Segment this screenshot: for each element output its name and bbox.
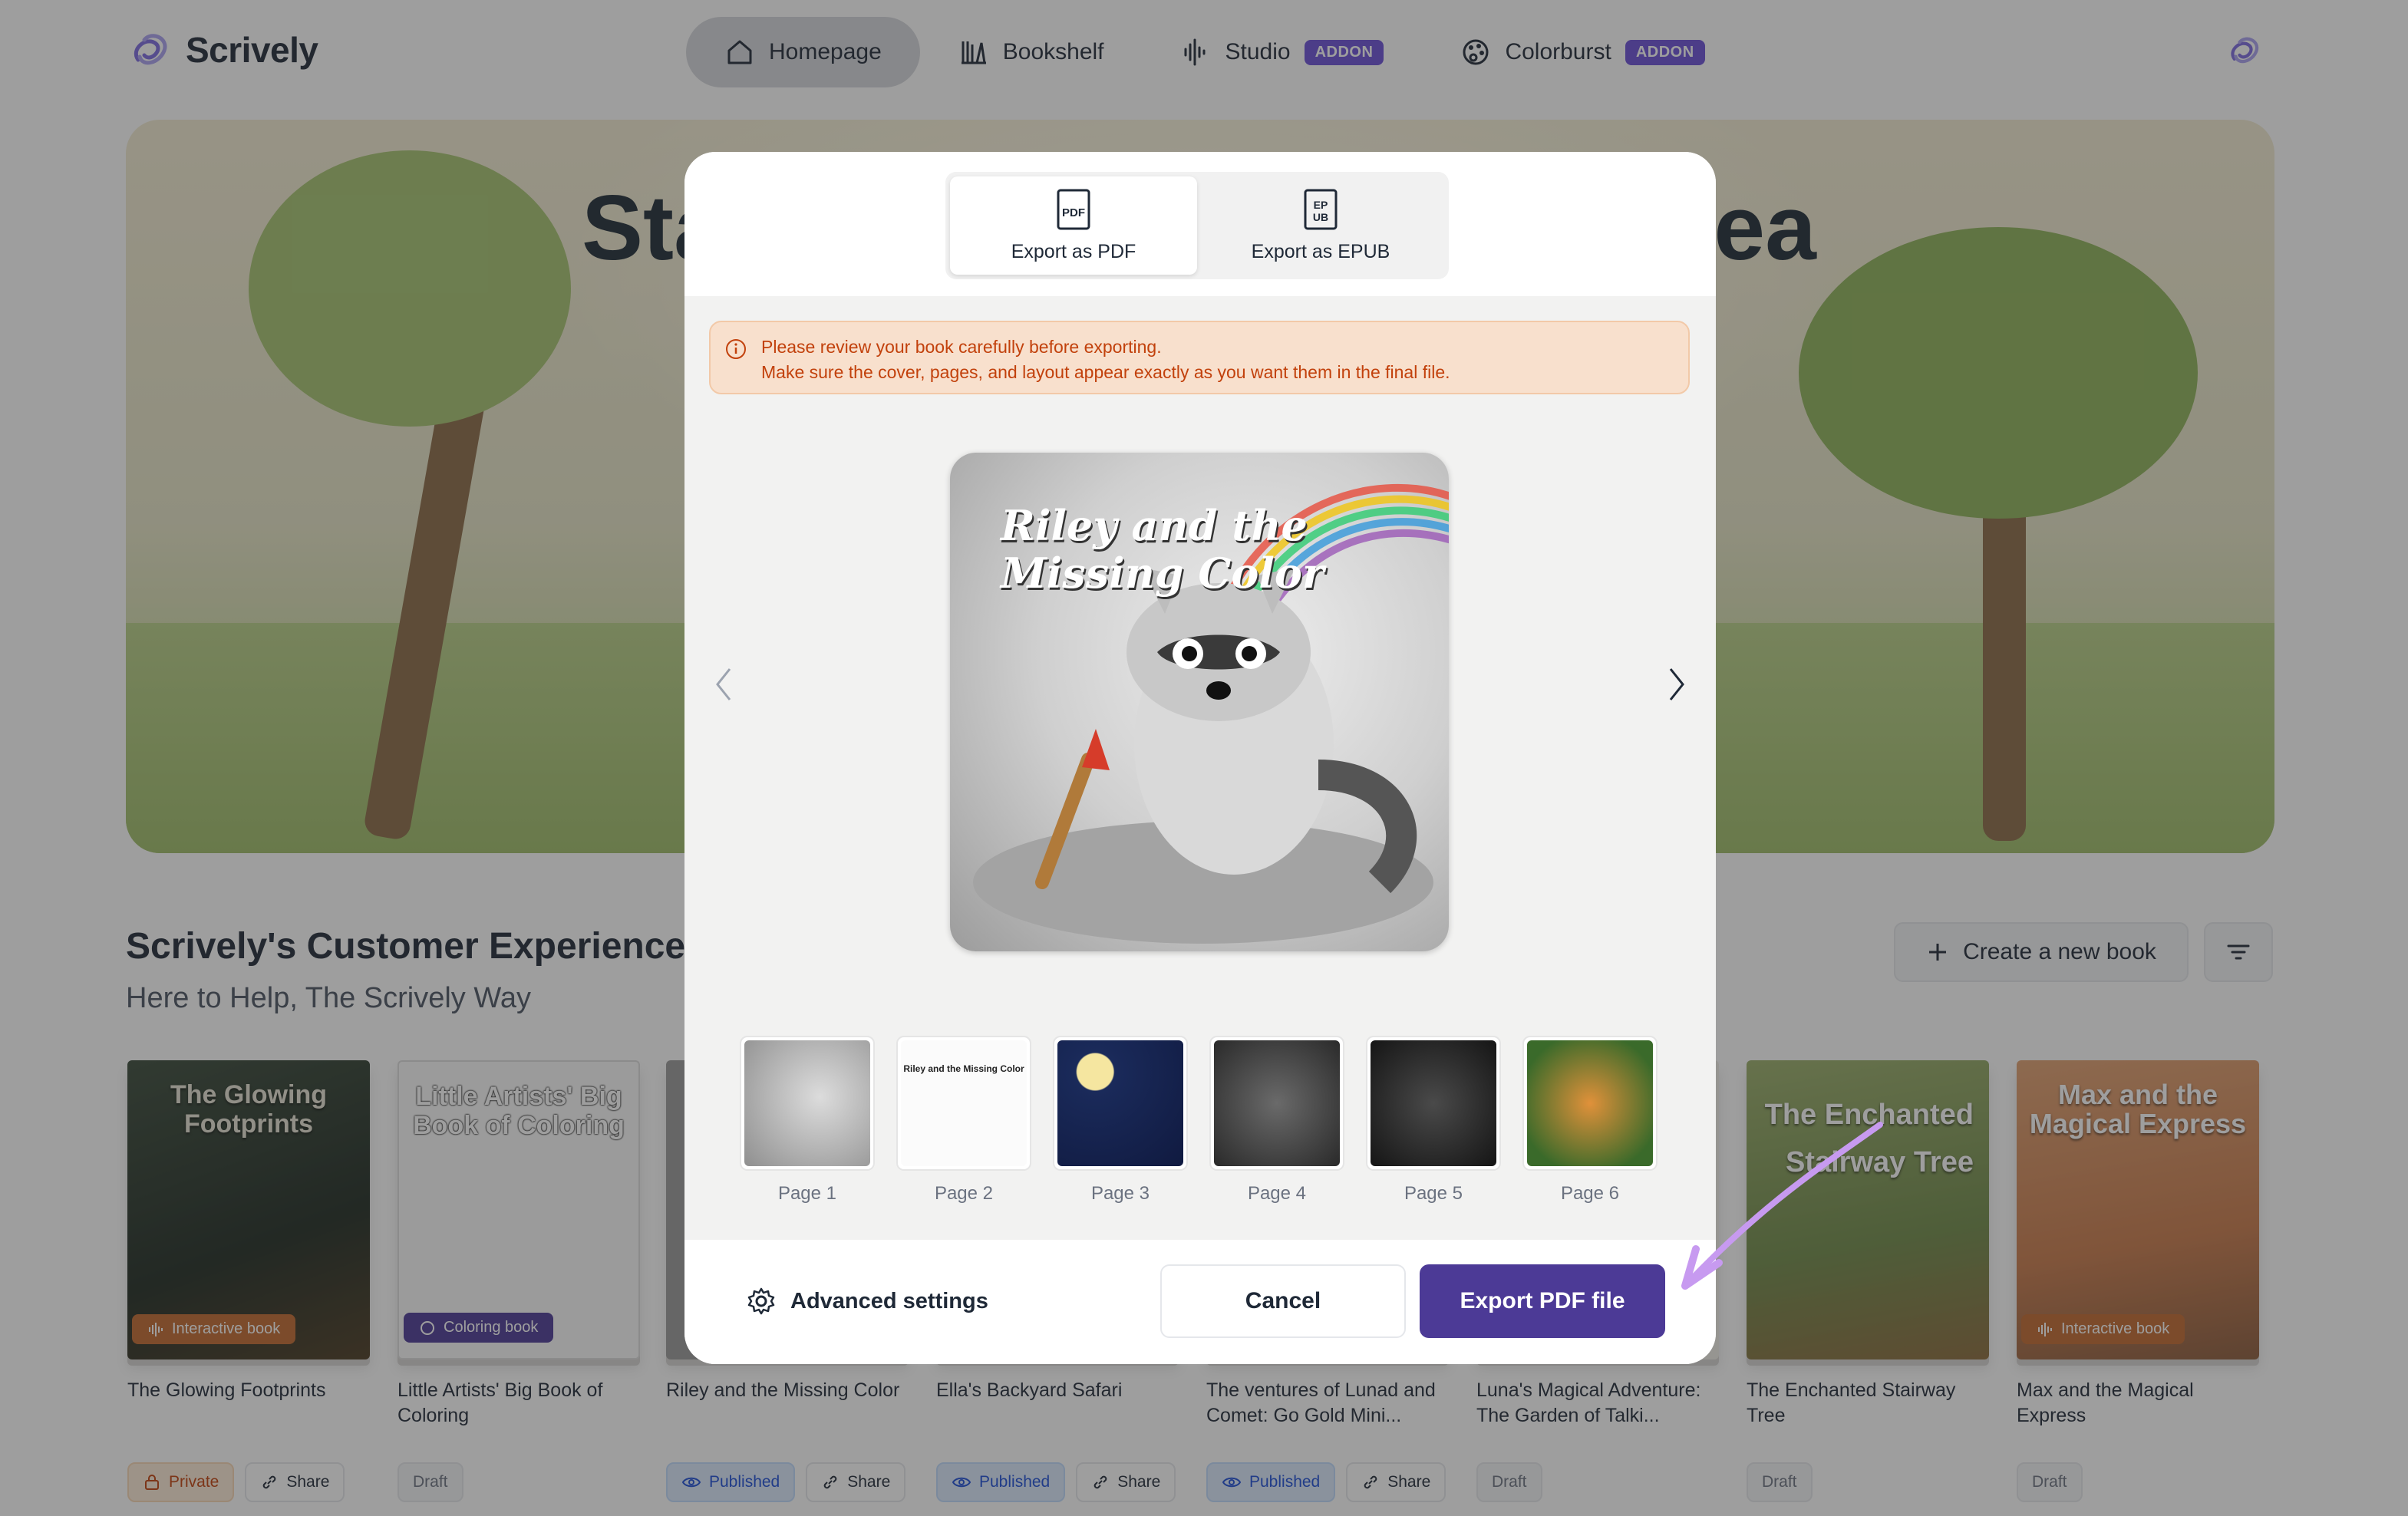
svg-text:PDF: PDF — [1062, 206, 1085, 219]
page-label: Page 5 — [1404, 1183, 1463, 1204]
epub-icon: EPUB — [1304, 189, 1338, 229]
pdf-icon: PDF — [1057, 189, 1090, 229]
tab-export-epub-label: Export as EPUB — [1251, 240, 1390, 262]
modal-header: PDF Export as PDF EP UB Export as EPUB — [684, 152, 1716, 296]
page-label: Page 6 — [1560, 1183, 1620, 1204]
cancel-button[interactable]: Cancel — [1160, 1264, 1406, 1338]
export-modal: PDF Export as PDF EP UB Export as EPUB Pl… — [684, 152, 1716, 1364]
advanced-settings-label: Advanced settings — [790, 1288, 988, 1313]
page-label: Page 1 — [777, 1183, 837, 1204]
preview-cover-title: Riley and the Missing Color — [1001, 501, 1324, 598]
export-pdf-button[interactable]: Export PDF file — [1420, 1264, 1665, 1338]
thumb-image — [744, 1040, 870, 1166]
svg-text:EP: EP — [1314, 199, 1328, 211]
thumb-image — [1527, 1040, 1653, 1166]
page-thumbnail[interactable]: Page 5 — [1366, 1036, 1501, 1205]
info-icon — [726, 339, 746, 359]
next-page-button[interactable] — [1658, 661, 1696, 707]
page-thumbnail[interactable]: Riley and the Missing Color Page 2 — [896, 1036, 1031, 1205]
warning-line-1: Please review your book carefully before… — [761, 337, 1162, 357]
review-warning: Please review your book carefully before… — [709, 321, 1690, 394]
thumb-image — [1057, 1040, 1183, 1166]
page-label: Page 2 — [934, 1183, 994, 1204]
tab-export-pdf[interactable]: PDF Export as PDF — [950, 176, 1197, 275]
chevron-right-icon — [1669, 668, 1684, 700]
page-label: Page 4 — [1247, 1183, 1307, 1204]
page-thumbnail[interactable]: Page 4 — [1209, 1036, 1344, 1205]
page-thumbnail[interactable]: Page 1 — [740, 1036, 875, 1205]
svg-text:UB: UB — [1313, 211, 1328, 223]
page-thumbnail[interactable]: Page 3 — [1053, 1036, 1188, 1205]
page-thumbnail[interactable]: Page 6 — [1522, 1036, 1658, 1205]
thumb-page2-title: Riley and the Missing Color — [903, 1063, 1024, 1074]
thumb-image — [1214, 1040, 1340, 1166]
gear-icon — [747, 1287, 775, 1315]
page-label: Page 3 — [1090, 1183, 1150, 1204]
thumb-image: Riley and the Missing Color — [901, 1040, 1027, 1166]
tab-export-epub[interactable]: EP UB Export as EPUB — [1197, 176, 1444, 275]
advanced-settings-button[interactable]: Advanced settings — [746, 1286, 988, 1317]
modal-footer: Advanced settings Cancel Export PDF file — [684, 1240, 1716, 1364]
prev-page-button[interactable] — [704, 661, 743, 707]
page-preview: Riley and the Missing Color — [950, 453, 1449, 951]
pointer-arrow-icon — [1681, 1122, 1883, 1290]
export-format-switch: PDF Export as PDF EP UB Export as EPUB — [945, 172, 1449, 279]
thumb-image — [1371, 1040, 1496, 1166]
tab-export-pdf-label: Export as PDF — [1011, 240, 1136, 262]
warning-line-2: Make sure the cover, pages, and layout a… — [761, 362, 1450, 382]
page-thumbnails: Page 1 Riley and the Missing Color Page … — [740, 1036, 1658, 1205]
chevron-left-icon — [716, 668, 731, 700]
